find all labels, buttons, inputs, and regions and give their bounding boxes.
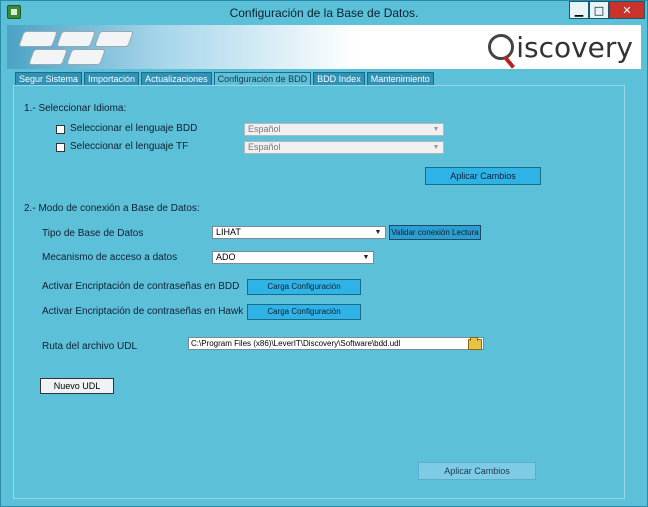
close-button[interactable]: ✕ — [609, 1, 645, 19]
udl-path-field[interactable]: C:\Program Files (x86)\LeverIT\Discovery… — [188, 337, 484, 350]
header-banner: iscovery — [7, 25, 641, 69]
bdd-language-value: Español — [248, 124, 281, 134]
config-window: Configuración de la Base de Datos. ▁ □ ✕… — [0, 0, 648, 507]
bdd-language-select[interactable]: Español ▼ — [244, 123, 444, 136]
tab-configuracion-bdd[interactable]: Configuración de BDD — [213, 72, 312, 86]
tab-panel-configuracion: 1.- Seleccionar Idioma: Seleccionar el l… — [13, 85, 625, 499]
folder-open-icon[interactable] — [468, 337, 482, 350]
access-mechanism-label: Mecanismo de acceso a datos — [42, 252, 178, 263]
access-mechanism-select[interactable]: ADO ▼ — [212, 251, 374, 264]
title-bar[interactable]: Configuración de la Base de Datos. ▁ □ ✕ — [1, 1, 647, 25]
encrypt-bdd-load-button[interactable]: Carga Configuración — [247, 279, 361, 295]
tf-language-label: Seleccionar el lenguaje TF — [70, 141, 189, 152]
access-mechanism-value: ADO — [216, 252, 236, 262]
brand-name: iscovery — [516, 30, 633, 64]
tab-mantenimiento[interactable]: Mantenimiento — [366, 72, 434, 86]
magnifier-logo-icon — [488, 34, 515, 60]
section-1-heading: 1.- Seleccionar Idioma: — [24, 103, 127, 114]
tab-strip: Segur Sistema Importación Actualizacione… — [15, 72, 436, 86]
tf-language-select[interactable]: Español ▼ — [244, 141, 444, 154]
db-type-value: LIHAT — [216, 227, 241, 237]
tab-actualizaciones[interactable]: Actualizaciones — [141, 72, 212, 86]
encrypt-bdd-label: Activar Encriptación de contraseñas en B… — [42, 281, 240, 292]
apply-language-button[interactable]: Aplicar Cambios — [425, 167, 541, 185]
chevron-down-icon[interactable]: ▼ — [431, 142, 441, 153]
section-2-heading: 2.- Modo de conexión a Base de Datos: — [24, 203, 200, 214]
apply-changes-button[interactable]: Aplicar Cambios — [418, 462, 536, 480]
db-type-label: Tipo de Base de Datos — [42, 228, 144, 239]
tf-language-checkbox[interactable] — [56, 143, 65, 152]
tab-importacion[interactable]: Importación — [84, 72, 140, 86]
window-title: Configuración de la Base de Datos. — [229, 6, 419, 20]
encrypt-hawk-load-button[interactable]: Carga Configuración — [247, 304, 361, 320]
validate-connection-button[interactable]: Validar conexión Lectura — [389, 225, 481, 240]
tf-language-value: Español — [248, 142, 281, 152]
bdd-language-label: Seleccionar el lenguaje BDD — [70, 123, 198, 134]
tab-segur-sistema[interactable]: Segur Sistema — [15, 72, 83, 86]
encrypt-hawk-label: Activar Encriptación de contraseñas en H… — [42, 306, 244, 317]
db-type-select[interactable]: LIHAT ▼ — [212, 226, 386, 239]
udl-path-label: Ruta del archivo UDL — [42, 341, 138, 352]
chevron-down-icon[interactable]: ▼ — [361, 252, 371, 263]
discovery-logo: iscovery — [488, 29, 633, 65]
chevron-down-icon[interactable]: ▼ — [373, 227, 383, 238]
chevron-down-icon[interactable]: ▼ — [431, 124, 441, 135]
bdd-language-checkbox[interactable] — [56, 125, 65, 134]
new-udl-button[interactable]: Nuevo UDL — [40, 378, 114, 394]
minimize-button[interactable]: ▁ — [569, 1, 589, 19]
maximize-button[interactable]: □ — [589, 1, 609, 19]
tab-bdd-index[interactable]: BDD Index — [313, 72, 365, 86]
keyboard-keys-image — [11, 27, 151, 67]
